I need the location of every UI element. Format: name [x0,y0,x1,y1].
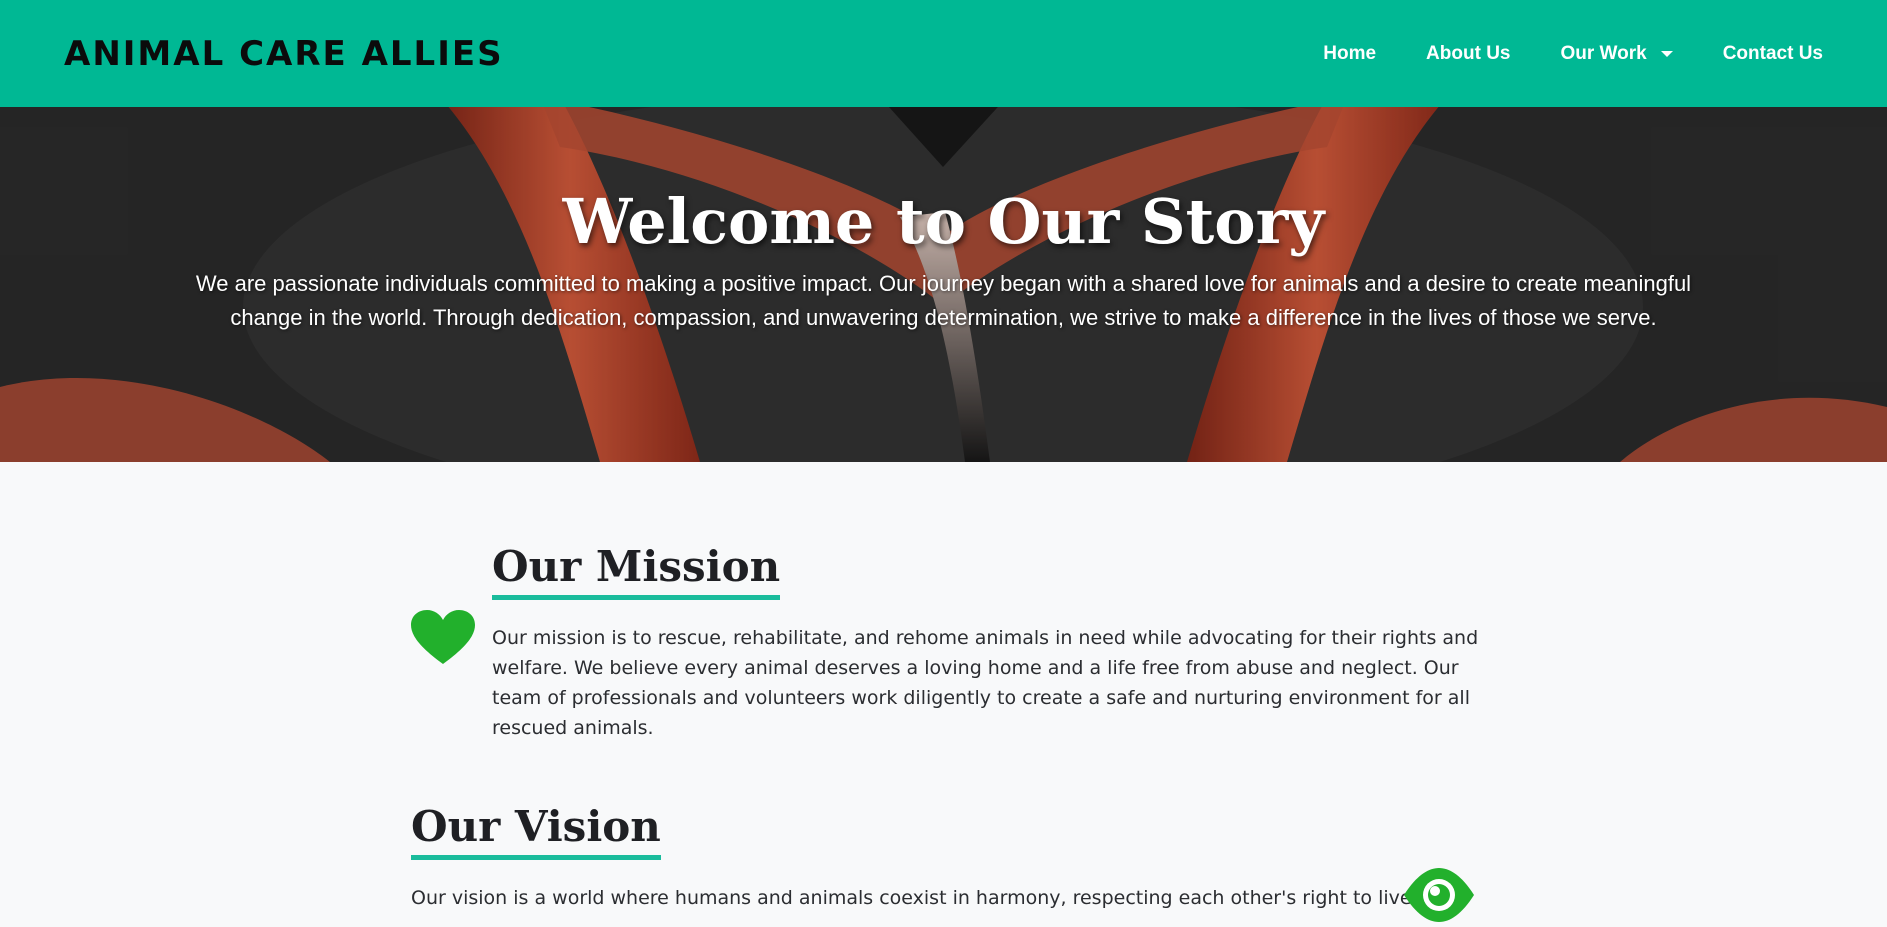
chevron-down-icon [1660,50,1673,57]
nav-item-our-work-dropdown[interactable]: Our Work [1535,43,1697,65]
mission-title: Our Mission [492,542,781,600]
nav-item-about[interactable]: About Us [1401,43,1535,65]
mission-text: Our mission is to rescue, rehabilitate, … [492,627,1479,739]
nav-links: Home About Us Our Work Contact Us [1298,43,1823,65]
navbar: ANIMAL CARE ALLIES Home About Us Our Wor… [0,0,1887,107]
nav-item-home[interactable]: Home [1298,43,1401,65]
nav-item-label: Our Work [1560,42,1647,64]
nav-item-label: Contact Us [1722,42,1823,64]
nav-item-contact[interactable]: Contact Us [1698,43,1823,65]
vision-title: Our Vision [411,802,661,860]
hero-title: Welcome to Our Story [562,185,1325,258]
brand-logo[interactable]: ANIMAL CARE ALLIES [64,34,504,74]
vision-text: Our vision is a world where humans and a… [411,887,1454,909]
hero-banner: Welcome to Our Story We are passionate i… [0,107,1887,462]
heart-icon [411,610,475,671]
nav-item-label: Home [1323,42,1377,64]
eye-icon [1404,868,1474,927]
nav-item-label: About Us [1426,42,1511,64]
hero-description: We are passionate individuals committed … [195,271,1692,330]
